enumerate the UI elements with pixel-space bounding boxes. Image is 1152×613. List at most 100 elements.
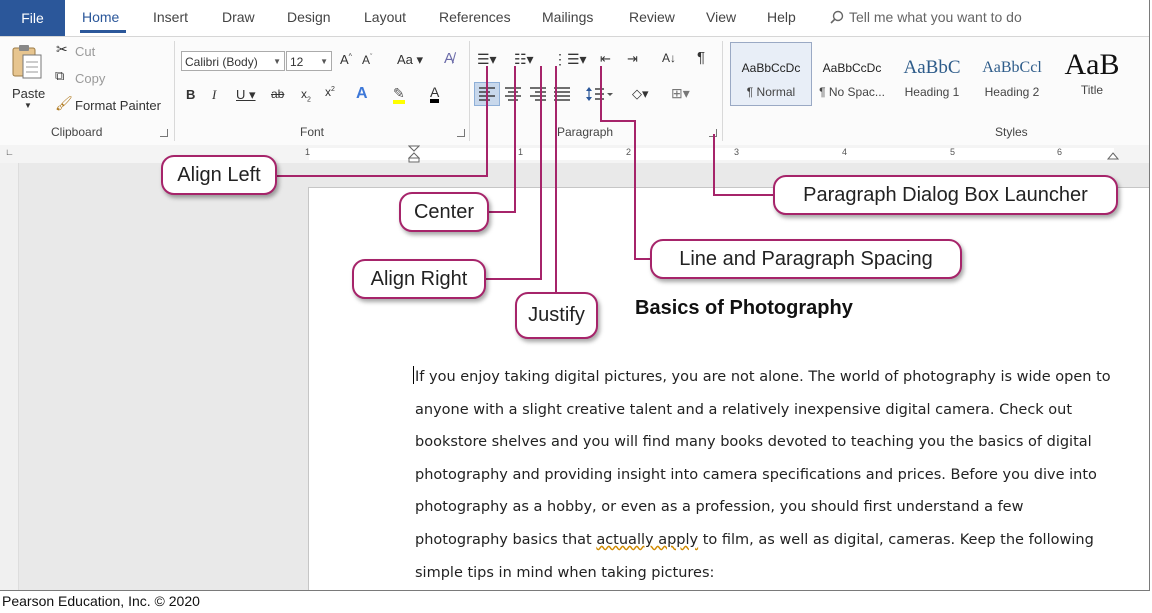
style-name: Heading 1 xyxy=(904,85,960,99)
tab-view[interactable]: View xyxy=(706,9,736,25)
underline-icon[interactable]: U ▾ xyxy=(236,87,256,103)
tab-insert[interactable]: Insert xyxy=(153,9,188,25)
justify-button[interactable] xyxy=(550,83,574,105)
indent-marker-icon[interactable] xyxy=(408,145,420,163)
style-heading-2[interactable]: AaBbCcl Heading 2 xyxy=(972,43,1052,105)
paste-dropdown-icon[interactable]: ▼ xyxy=(24,101,32,110)
callout-center: Center xyxy=(399,192,489,232)
font-size-combo[interactable]: 12 ▼ xyxy=(286,51,332,71)
align-right-icon xyxy=(530,87,546,101)
shrink-font-icon[interactable]: Aˇ xyxy=(362,53,372,67)
clear-formatting-icon[interactable]: A̸ xyxy=(444,50,454,67)
subscript-icon[interactable]: x2 xyxy=(301,87,311,103)
ruler-number: 3 xyxy=(734,147,740,157)
style-heading-1[interactable]: AaBbC Heading 1 xyxy=(892,43,972,105)
tab-design[interactable]: Design xyxy=(287,9,331,25)
callout-paragraph-launcher: Paragraph Dialog Box Launcher xyxy=(773,175,1118,215)
ruler-number: 1 xyxy=(518,147,524,157)
multilevel-list-icon[interactable]: ⋮☰▾ xyxy=(553,51,587,68)
tab-review[interactable]: Review xyxy=(629,9,675,25)
decrease-indent-icon[interactable]: ⇤ xyxy=(600,51,611,67)
body-line: bookstore shelves and you will find many… xyxy=(415,434,1092,451)
format-painter-icon: 🖌 xyxy=(55,95,73,111)
shading-icon[interactable]: ◇▾ xyxy=(632,86,649,102)
leader-line xyxy=(600,120,636,122)
sort-icon[interactable]: A↓ xyxy=(662,51,676,65)
active-tab-indicator xyxy=(80,30,126,33)
clipboard-launcher-icon[interactable] xyxy=(160,129,168,137)
style-name: Heading 2 xyxy=(984,85,1040,99)
tab-layout[interactable]: Layout xyxy=(364,9,406,25)
leader-line xyxy=(713,134,715,196)
font-color-icon[interactable]: A xyxy=(430,85,440,103)
cut-icon: ✂ xyxy=(56,41,68,57)
leader-line xyxy=(555,66,557,292)
font-launcher-icon[interactable] xyxy=(457,129,465,137)
font-size-value: 12 xyxy=(290,55,304,69)
highlight-color-icon[interactable]: ✎ xyxy=(393,86,405,104)
grow-font-icon[interactable]: A^ xyxy=(340,52,352,67)
right-indent-marker-icon[interactable] xyxy=(1107,152,1119,162)
ruler-number: 5 xyxy=(950,147,956,157)
center-button[interactable] xyxy=(501,83,525,105)
style-name: ¶ No Spac... xyxy=(819,85,885,99)
leader-line xyxy=(514,66,516,213)
font-name-combo[interactable]: Calibri (Body) ▼ xyxy=(181,51,285,71)
style-sample: AaBbCcDc xyxy=(741,61,801,75)
chevron-down-icon: ▼ xyxy=(320,57,328,66)
tab-selector-icon[interactable]: ∟ xyxy=(5,147,14,157)
change-case-icon[interactable]: Aa ▾ xyxy=(397,52,423,68)
tab-file[interactable]: File xyxy=(0,0,65,36)
align-center-icon xyxy=(505,87,521,101)
tab-references[interactable]: References xyxy=(439,9,511,25)
style-normal[interactable]: AaBbCcDc ¶ Normal xyxy=(730,42,812,106)
superscript-icon[interactable]: x2 xyxy=(325,85,335,99)
borders-icon[interactable]: ⊞▾ xyxy=(671,85,690,102)
style-title[interactable]: AaB Title xyxy=(1052,43,1132,105)
ruler-text-area xyxy=(309,148,1114,160)
tab-draw[interactable]: Draw xyxy=(222,9,255,25)
paste-button[interactable]: Paste ▼ xyxy=(6,41,48,119)
italic-icon[interactable]: I xyxy=(212,87,216,103)
style-sample: AaBbCcDc xyxy=(822,61,882,75)
ruler-number: 4 xyxy=(842,147,848,157)
align-right-button[interactable] xyxy=(526,83,550,105)
format-painter-button[interactable]: Format Painter xyxy=(75,98,161,113)
bold-icon[interactable]: B xyxy=(186,87,195,102)
ruler-number: 6 xyxy=(1057,147,1063,157)
paste-label: Paste xyxy=(12,86,46,101)
numbering-icon[interactable]: ☷▾ xyxy=(514,51,534,68)
group-divider xyxy=(174,41,175,141)
text-effects-icon[interactable]: A xyxy=(356,85,368,103)
tab-help[interactable]: Help xyxy=(767,9,796,25)
ribbon-tab-bar: File Home Insert Draw Design Layout Refe… xyxy=(0,0,1149,36)
tab-home[interactable]: Home xyxy=(82,9,119,25)
copy-button[interactable]: Copy xyxy=(75,71,105,86)
cut-button[interactable]: Cut xyxy=(75,44,95,59)
style-no-spacing[interactable]: AaBbCcDc ¶ No Spac... xyxy=(812,43,892,105)
text-cursor xyxy=(413,366,414,384)
leader-line xyxy=(600,66,602,122)
ruler-number: 2 xyxy=(626,147,632,157)
paragraph-group-label: Paragraph xyxy=(557,125,614,139)
grammar-flag[interactable]: actually apply xyxy=(596,532,698,548)
style-name: Title xyxy=(1080,83,1104,97)
callout-align-left: Align Left xyxy=(161,155,277,195)
tell-me-box[interactable]: Tell me what you want to do xyxy=(830,9,1022,25)
vertical-ruler xyxy=(0,163,19,590)
tell-me-placeholder: Tell me what you want to do xyxy=(849,9,1022,25)
document-body[interactable]: If you enjoy taking digital pictures, yo… xyxy=(415,361,1135,589)
word-window: File Home Insert Draw Design Layout Refe… xyxy=(0,0,1150,591)
increase-indent-icon[interactable]: ⇥ xyxy=(627,51,638,67)
show-formatting-icon[interactable]: ¶ xyxy=(697,49,705,66)
strikethrough-icon[interactable]: ab xyxy=(271,87,284,101)
body-line: photography and providing insight into c… xyxy=(415,466,1097,483)
style-sample: AaB xyxy=(1064,48,1120,81)
body-line: photography as a hobby, or even as a pro… xyxy=(415,499,1024,516)
tab-mailings[interactable]: Mailings xyxy=(542,9,593,25)
line-spacing-button[interactable] xyxy=(584,83,614,105)
leader-line xyxy=(486,66,488,176)
leader-line xyxy=(634,120,636,260)
document-title[interactable]: Basics of Photography xyxy=(635,297,853,320)
font-name-value: Calibri (Body) xyxy=(185,55,258,69)
